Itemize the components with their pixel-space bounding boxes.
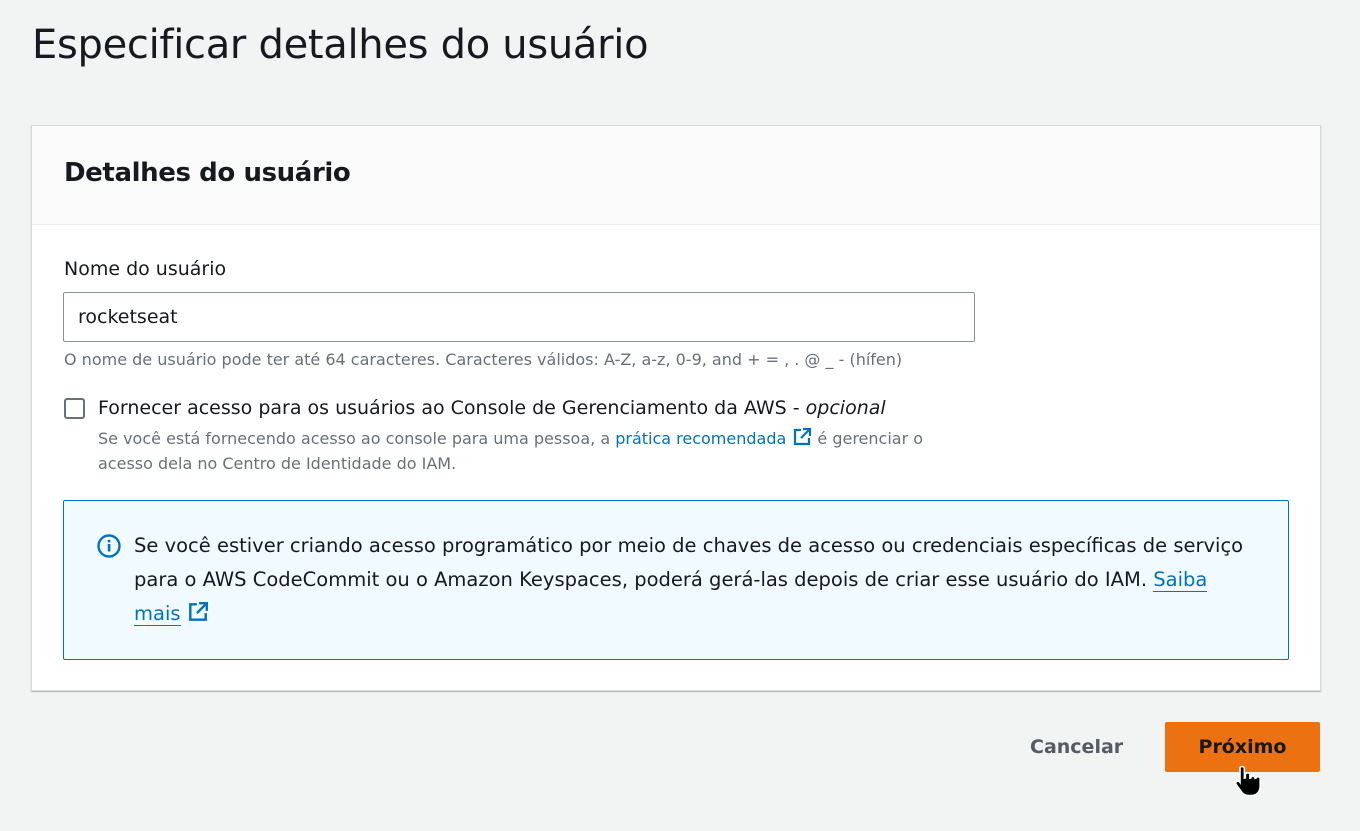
info-alert: Se você estiver criando acesso programát…: [63, 500, 1289, 660]
external-link-icon: [794, 427, 812, 446]
console-access-label-text: Fornecer acesso para os usuários ao Cons…: [98, 397, 806, 419]
console-desc-before: Se você está fornecendo acesso ao consol…: [98, 429, 616, 448]
hand-cursor-icon: [1234, 765, 1261, 797]
panel-header: Detalhes do usuário: [32, 126, 1320, 225]
console-access-checkbox[interactable]: [64, 398, 85, 419]
username-input[interactable]: [63, 292, 975, 342]
username-hint: O nome de usuário pode ter até 64 caract…: [64, 350, 903, 369]
best-practice-link-text: prática recomendada: [615, 429, 787, 448]
username-label: Nome do usuário: [64, 258, 227, 280]
console-access-description: Se você está fornecendo acesso ao consol…: [98, 426, 978, 476]
page-title: Especificar detalhes do usuário: [32, 22, 649, 68]
console-access-label[interactable]: Fornecer acesso para os usuários ao Cons…: [98, 397, 886, 419]
user-details-panel: Detalhes do usuário Nome do usuário O no…: [31, 125, 1321, 691]
external-link-icon[interactable]: [187, 601, 209, 623]
cancel-button[interactable]: Cancelar: [1010, 723, 1143, 771]
panel-title: Detalhes do usuário: [64, 158, 351, 188]
info-icon: [97, 534, 121, 558]
info-message: Se você estiver criando acesso programát…: [134, 534, 1244, 591]
optional-label: opcional: [805, 397, 886, 419]
best-practice-link[interactable]: prática recomendada: [615, 427, 812, 448]
info-text: Se você estiver criando acesso programát…: [134, 529, 1244, 631]
